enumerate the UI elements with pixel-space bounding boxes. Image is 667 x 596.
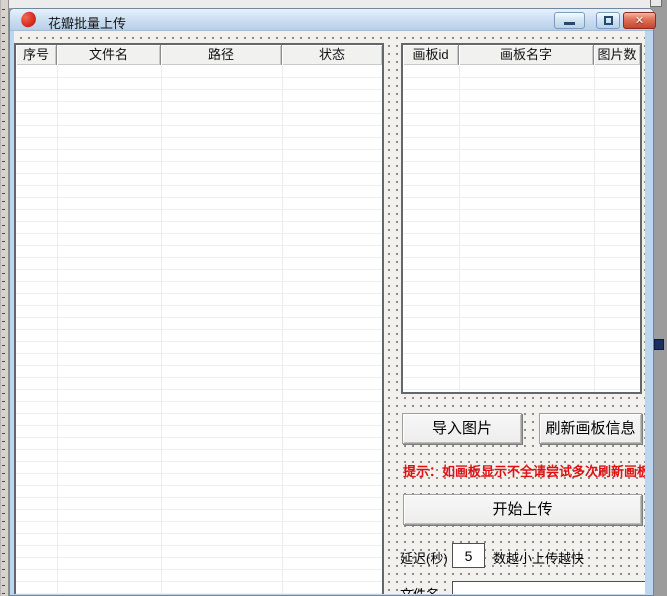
close-icon: ✕	[635, 14, 644, 27]
files-table-header: 序号 文件名 路径 状态	[16, 45, 382, 65]
boards-table: 画板id 画板名字 图片数	[401, 43, 642, 394]
resize-handle-top-right[interactable]	[650, 0, 662, 7]
column-header-board-id[interactable]: 画板id	[403, 45, 459, 65]
files-table-body[interactable]	[16, 66, 382, 594]
app-icon	[19, 10, 37, 28]
minimize-button[interactable]	[554, 12, 585, 29]
designer-ruler	[0, 0, 9, 596]
refresh-boards-button[interactable]: 刷新画板信息	[539, 413, 642, 444]
refresh-hint-text: 提示：如画板显示不全请尝试多次刷新画板	[403, 464, 645, 480]
filename-input[interactable]	[452, 581, 645, 594]
boards-table-header: 画板id 画板名字 图片数	[403, 45, 640, 65]
column-header-board-name[interactable]: 画板名字	[459, 45, 594, 65]
start-upload-button[interactable]: 开始上传	[403, 494, 642, 525]
import-images-button[interactable]: 导入图片	[402, 413, 522, 444]
column-header-index[interactable]: 序号	[16, 45, 57, 65]
resize-handle-right[interactable]	[654, 339, 664, 350]
column-header-filename[interactable]: 文件名	[57, 45, 161, 65]
maximize-button[interactable]	[596, 12, 620, 29]
close-button[interactable]: ✕	[623, 12, 656, 29]
delay-label: 延迟(秒)	[400, 548, 448, 567]
filename-label: 文件名	[400, 584, 439, 594]
files-table: 序号 文件名 路径 状态	[14, 43, 384, 594]
column-header-status[interactable]: 状态	[282, 45, 382, 65]
window-title: 花瓣批量上传	[48, 13, 126, 32]
app-window: 花瓣批量上传 ✕ 序号 文件名 路径 状态 画板id 画板名字	[9, 8, 654, 596]
maximize-icon	[604, 16, 613, 25]
designer-background	[9, 0, 650, 8]
form-client-area: 序号 文件名 路径 状态 画板id 画板名字 图片数 导入图片 刷新画板信息 提…	[14, 31, 645, 594]
window-titlebar[interactable]: 花瓣批量上传 ✕	[10, 9, 653, 31]
minimize-icon	[564, 22, 575, 25]
delay-input[interactable]	[452, 543, 485, 568]
boards-table-body[interactable]	[403, 66, 640, 392]
column-header-path[interactable]: 路径	[161, 45, 282, 65]
delay-note-text: 数越小上传越快	[493, 548, 584, 567]
column-header-image-count[interactable]: 图片数	[594, 45, 640, 65]
